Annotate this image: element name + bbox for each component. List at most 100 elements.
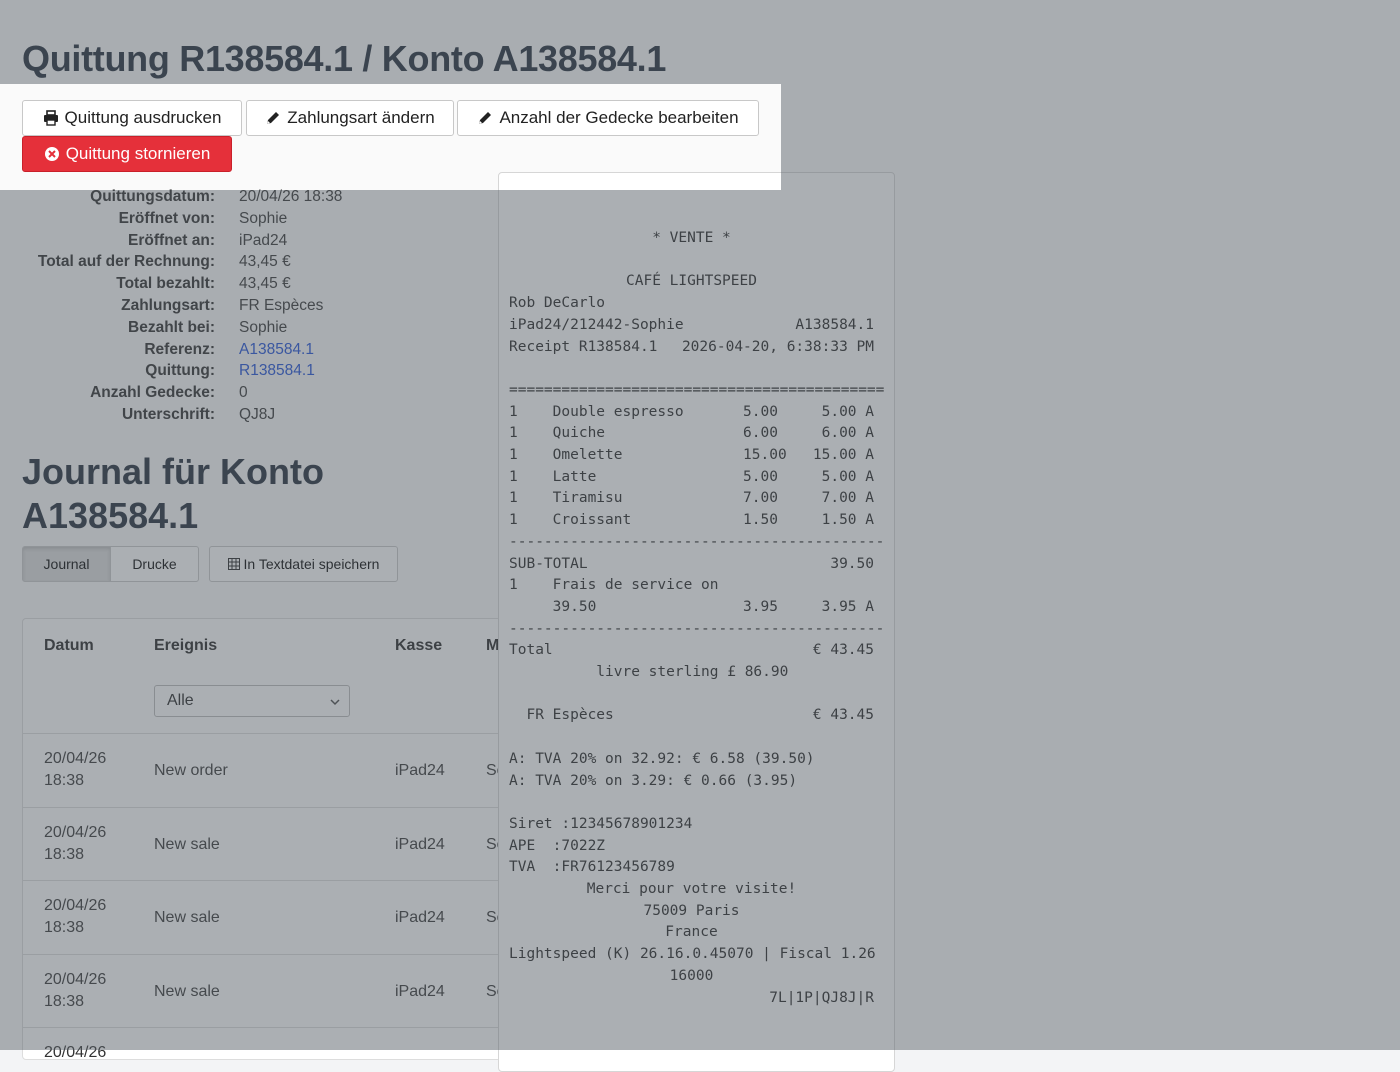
detail-label: Anzahl Gedecke: xyxy=(90,384,215,402)
row-time: 18:38 xyxy=(44,772,85,789)
detail-value: Sophie xyxy=(239,318,288,336)
receipt-line: 1 Latte 5.00 5.00 A xyxy=(509,467,874,488)
receipt-line: Receipt R138584.1 2026-04-20, 6:38:33 PM xyxy=(509,337,874,358)
chevron-down-icon xyxy=(330,699,340,706)
table-row[interactable]: 20/04/26 18:38 New order iPad24 Sc xyxy=(23,733,543,807)
print-receipt-label: Quittung ausdrucken xyxy=(64,108,222,127)
detail-label: Bezahlt bei: xyxy=(128,318,215,336)
edit-covers-button[interactable]: Anzahl der Gedecke bearbeiten xyxy=(457,100,759,136)
receipt-line-center: 16000 xyxy=(669,967,714,984)
row-time: 18:38 xyxy=(44,846,85,863)
tab-journal[interactable]: Journal xyxy=(22,546,111,582)
print-receipt-button[interactable]: Quittung ausdrucken xyxy=(22,100,242,136)
save-to-textfile-label: In Textdatei speichern xyxy=(243,556,380,572)
receipt-line-left: ========================================… xyxy=(509,381,885,398)
detail-label: Unterschrift: xyxy=(121,405,215,423)
row-event: New sale xyxy=(154,983,220,1000)
receipt-line-left: APE :7022Z xyxy=(509,837,606,854)
receipt-line-right: 5.00 5.00 A xyxy=(743,403,874,420)
receipt-line-left: TVA :FR76123456789 xyxy=(509,859,675,876)
table-row[interactable]: 20/04/26 18:38 New sale iPad24 Sc xyxy=(23,807,543,881)
receipt-line: livre sterling £ 86.90 xyxy=(509,662,874,683)
detail-value: Sophie xyxy=(239,209,288,227)
receipt-line: 75009 Paris xyxy=(509,901,874,922)
row-event: New sale xyxy=(154,909,220,926)
receipt-line-center: CAFÉ LIGHTSPEED xyxy=(626,273,757,290)
printer-icon xyxy=(43,110,58,126)
receipt-details: Quittungsdatum: 20/04/26 18:38 Eröffnet v… xyxy=(0,188,480,428)
receipt-preview: * VENTE * CAFÉ LIGHTSPEED Rob DeCarlo iPad2… xyxy=(498,172,895,1072)
receipt-line: SUB-TOTAL 39.50 xyxy=(509,554,874,575)
table-row[interactable]: 20/04/26 xyxy=(23,1027,543,1060)
detail-label: Zahlungsart: xyxy=(121,296,215,314)
receipt-line-right: 39.50 xyxy=(830,555,874,572)
detail-row: Unterschrift: QJ8J xyxy=(0,406,480,428)
void-receipt-button[interactable]: Quittung stornieren xyxy=(22,136,232,172)
tab-prints[interactable]: Drucke xyxy=(110,546,199,582)
receipt-line-right: 15.00 15.00 A xyxy=(743,447,874,463)
circle-x-icon xyxy=(44,147,59,161)
receipt-line: 1 Omelette 15.00 15.00 A xyxy=(509,445,874,466)
receipt-line-left: Lightspeed (K) 26.16.0.45070 | Fiscal 1.… xyxy=(509,946,876,963)
receipt-line-right: € 43.45 xyxy=(812,642,874,659)
receipt-line: A: TVA 20% on 32.92: € 6.58 (39.50) xyxy=(509,749,874,770)
receipt-line-right: 5.00 5.00 A xyxy=(743,468,874,485)
receipt-line: 1 Quiche 6.00 6.00 A xyxy=(509,423,874,444)
receipt-line: CAFÉ LIGHTSPEED xyxy=(509,271,874,292)
receipt-line: A: TVA 20% on 3.29: € 0.66 (3.95) xyxy=(509,771,874,792)
receipt-line-left: 1 Latte xyxy=(509,468,597,485)
row-register: iPad24 xyxy=(395,762,445,779)
row-event: New order xyxy=(154,762,228,779)
receipt-line xyxy=(509,358,874,379)
table-row[interactable]: 20/04/26 18:38 New sale iPad24 Sc xyxy=(23,880,543,954)
receipt-line xyxy=(509,250,874,271)
journal-table: Datum Ereignis Kasse M Alle 20/04/26 18:… xyxy=(22,618,544,1060)
receipt-line-left: ----------------------------------------… xyxy=(509,620,885,637)
detail-row: Total auf der Rechnung: 43,45 € xyxy=(0,253,480,275)
receipt-line-left: 1 Frais de service on xyxy=(509,577,719,594)
receipt-line-left: Total xyxy=(509,642,553,659)
detail-value: 20/04/26 18:38 xyxy=(239,188,343,205)
receipt-line: FR Espèces € 43.45 xyxy=(509,705,874,726)
page-title: Quittung R138584.1 / Konto A138584.1 xyxy=(22,38,667,79)
receipt-line: APE :7022Z xyxy=(509,836,874,857)
receipt-line: iPad24/212442-Sophie A138584.1 xyxy=(509,315,874,336)
receipt-line-left: FR Espèces xyxy=(509,707,614,724)
detail-label: Eröffnet von: xyxy=(118,209,215,227)
row-date: 20/04/26 xyxy=(44,1044,107,1060)
edit-covers-label: Anzahl der Gedecke bearbeiten xyxy=(499,108,739,127)
save-to-textfile-button[interactable]: In Textdatei speichern xyxy=(209,546,398,582)
column-header-register: Kasse xyxy=(395,637,443,654)
detail-label: Eröffnet an: xyxy=(128,231,215,249)
column-header-event: Ereignis xyxy=(154,637,218,654)
receipt-line xyxy=(509,727,874,748)
receipt-line: Siret :12345678901234 xyxy=(509,814,874,835)
receipt-line xyxy=(509,684,874,705)
receipt-line: Rob DeCarlo xyxy=(509,293,874,314)
receipt-line-right: 7L|1P|QJ8J|R xyxy=(769,989,874,1006)
change-payment-method-button[interactable]: Zahlungsart ändern xyxy=(246,100,454,136)
row-date: 20/04/26 xyxy=(44,971,107,988)
receipt-line-right: 6.00 6.00 A xyxy=(743,425,874,442)
receipt-link[interactable]: R138584.1 xyxy=(239,362,315,380)
detail-row: Quittungsdatum: 20/04/26 18:38 xyxy=(0,188,480,210)
detail-row: Anzahl Gedecke: 0 xyxy=(0,384,480,406)
row-time: 18:38 xyxy=(44,993,85,1010)
table-row[interactable]: 20/04/26 18:38 New sale iPad24 Sc xyxy=(23,954,543,1028)
journal-title: Journal für Konto A138584.1 xyxy=(22,451,324,536)
receipt-line-left: 1 Quiche xyxy=(509,425,606,442)
detail-row: Total bezahlt: 43,45 € xyxy=(0,275,480,297)
detail-row: Referenz: A138584.1 xyxy=(0,341,480,363)
event-filter-select[interactable]: Alle xyxy=(154,685,350,717)
detail-value: QJ8J xyxy=(239,405,276,423)
receipt-line-left: 1 Omelette xyxy=(509,447,623,463)
row-time: 18:38 xyxy=(44,919,85,936)
receipt-line-right: 1.50 1.50 A xyxy=(743,512,874,529)
reference-link[interactable]: A138584.1 xyxy=(239,341,314,359)
receipt-line-left: Siret :12345678901234 xyxy=(509,815,693,832)
receipt-line: 1 Tiramisu 7.00 7.00 A xyxy=(509,488,874,509)
detail-label: Total bezahlt: xyxy=(116,275,215,293)
receipt-line-left: Receipt R138584.1 xyxy=(509,338,658,355)
receipt-line-center: * VENTE * xyxy=(652,230,731,246)
receipt-line xyxy=(509,792,874,813)
